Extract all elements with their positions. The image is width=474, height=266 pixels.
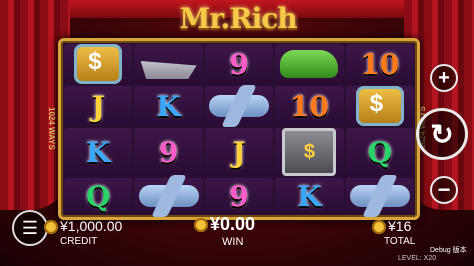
decrease-bet-button[interactable]: − [430, 176, 458, 204]
symbol-q: Q [86, 179, 111, 213]
reel-cell: 10 [345, 44, 414, 84]
reel-cell [134, 178, 203, 214]
total-value: ¥16 [388, 218, 412, 234]
menu-button[interactable]: ☰ [12, 210, 48, 246]
symbol-j: J [232, 135, 246, 169]
win-label: WIN [222, 236, 244, 248]
reel-cell: 10 [275, 86, 344, 126]
reel-cell [345, 178, 414, 214]
reel-cell: J [204, 128, 274, 176]
symbol-money-pile-icon [355, 86, 404, 126]
game-logo: Mr.Rich [179, 2, 297, 35]
reel-frame: 910JK10K9J$QQ9K [58, 38, 420, 220]
credit-label: CREDIT [60, 236, 98, 247]
debug-label: Debug 版本 [430, 247, 467, 254]
reel-cell: K [134, 86, 203, 126]
reel-cell [275, 44, 344, 84]
reel-cell: Q [345, 128, 414, 176]
reel-cell: 9 [204, 178, 274, 214]
symbol-9: 9 [158, 135, 179, 169]
reel-cell: $ [275, 128, 344, 176]
symbol-9: 9 [229, 47, 249, 81]
total-label: TOTAL [384, 236, 416, 247]
reel-cell [64, 44, 133, 84]
reel-grid: 910JK10K9J$QQ9K [64, 44, 414, 214]
symbol-yacht-icon [140, 61, 197, 79]
reel-cell: K [275, 178, 344, 214]
win-value: ¥0.00 [210, 214, 256, 234]
symbol-k: K [156, 89, 181, 123]
symbol-safe-icon: $ [282, 128, 337, 176]
symbol-9: 9 [229, 179, 249, 213]
symbol-airplane-icon [138, 185, 199, 207]
coin-icon [372, 220, 386, 234]
symbol-10: 10 [289, 89, 329, 123]
level-label: LEVEL: X20 [398, 255, 437, 262]
symbol-q: Q [367, 135, 392, 169]
reel-cell [204, 86, 274, 126]
ways-label-left: 1024 WAYS [47, 106, 56, 150]
symbol-k: K [86, 135, 111, 169]
coin-icon [194, 218, 208, 232]
reel-cell [345, 86, 414, 126]
symbol-k: K [297, 179, 322, 213]
reel-cell: 9 [204, 44, 274, 84]
symbol-money-pile-icon [74, 44, 123, 84]
symbol-10: 10 [360, 47, 400, 81]
symbol-airplane-icon [349, 185, 410, 207]
reel-cell [134, 44, 203, 84]
symbol-sports-car-icon [280, 50, 339, 78]
increase-bet-button[interactable]: + [430, 64, 458, 92]
credit-value: ¥1,000.00 [60, 218, 123, 234]
reel-cell: Q [64, 178, 133, 214]
symbol-airplane-icon [208, 95, 269, 117]
reel-cell: K [64, 128, 133, 176]
symbol-j: J [91, 89, 105, 123]
reel-cell: J [64, 86, 133, 126]
reel-cell: 9 [134, 128, 203, 176]
spin-button[interactable]: ↻ [416, 108, 468, 160]
coin-icon [44, 220, 58, 234]
